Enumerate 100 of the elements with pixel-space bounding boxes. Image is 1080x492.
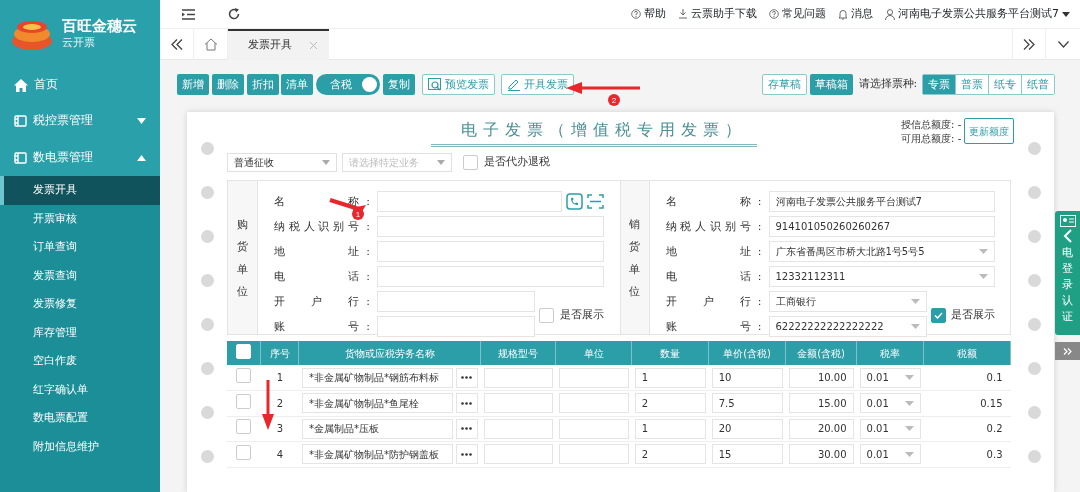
chevron-down-icon[interactable] (1057, 40, 1069, 48)
input-field[interactable]: 2 (634, 393, 706, 414)
more-button[interactable] (455, 367, 478, 388)
input-field[interactable]: 2 (634, 444, 706, 465)
colon-text: : (756, 246, 763, 257)
input-field[interactable]: 工商银行 (768, 291, 927, 312)
collapse-menu-icon[interactable] (182, 8, 195, 20)
row-checkbox[interactable] (236, 393, 252, 409)
more-button[interactable] (455, 393, 478, 414)
checkbox[interactable] (930, 308, 946, 323)
input-field[interactable]: 62222222222222222 (768, 316, 927, 337)
input-field[interactable]: *非金属矿物制品*钢筋布料标 (301, 367, 454, 388)
input-field[interactable]: 广东省番禺区市桥大北路1号5号5 (768, 241, 995, 262)
input-field[interactable] (483, 418, 553, 439)
double-chevron-right-icon[interactable] (1023, 38, 1035, 50)
checkbox[interactable] (539, 308, 554, 323)
brand-name: 百旺金穗云 (62, 16, 137, 35)
more-icon (461, 452, 473, 456)
field-label: 地址 (274, 243, 359, 259)
input-field[interactable]: 30.00 (788, 444, 854, 465)
sidebar-subitem[interactable]: 发票查询 (0, 261, 160, 290)
input-field[interactable] (377, 216, 604, 237)
contact-book-icon[interactable] (565, 193, 583, 210)
input-field[interactable]: *非金属矿物制品*鱼尾栓 (301, 393, 454, 414)
input-field[interactable]: 15.00 (788, 393, 854, 414)
sidebar-subitem[interactable]: 开票审核 (0, 204, 160, 233)
scan-icon[interactable] (586, 193, 604, 210)
rate-select[interactable]: 0.01 (859, 393, 921, 414)
input-field[interactable]: 10.00 (788, 367, 854, 388)
user-menu[interactable]: 河南电子发票公共服务平台测试7 (885, 5, 1070, 23)
caret-icon (904, 375, 914, 380)
input-field[interactable] (483, 393, 553, 414)
input-field[interactable] (483, 367, 553, 388)
input-field[interactable]: 1 (634, 418, 706, 439)
colon-text: : (365, 196, 371, 207)
row-checkbox[interactable] (236, 444, 252, 460)
sidebar-subitem[interactable]: 库存管理 (0, 318, 160, 347)
expand-button[interactable] (1055, 342, 1080, 360)
download-icon (678, 9, 688, 19)
input-field[interactable]: *金属制品*压板 (301, 418, 454, 439)
input-field[interactable] (558, 418, 629, 439)
annotation-badge: 2 (608, 94, 620, 106)
sidebar-subitem[interactable]: 附加信息维护 (0, 432, 160, 461)
input-field[interactable] (377, 316, 535, 337)
caret-icon (904, 426, 914, 432)
checkbox-label: 是否展示 (559, 307, 604, 324)
binder-hole (200, 274, 214, 287)
input-field[interactable]: 7.5 (711, 393, 783, 414)
input-field[interactable]: 10 (711, 367, 783, 388)
input-field[interactable]: 914101050260260267 (768, 216, 995, 237)
input-field[interactable] (377, 241, 604, 262)
column-header: 单价(含税) (708, 341, 786, 365)
input-field[interactable]: *非金属矿物制品*防护钢盖板 (301, 444, 454, 465)
field-label: 地址 (665, 243, 751, 259)
checkbox[interactable] (463, 155, 478, 170)
rate-select[interactable]: 0.01 (859, 444, 921, 465)
refresh-icon[interactable] (228, 8, 240, 20)
input-field[interactable]: 20.00 (788, 418, 854, 439)
levy-select[interactable]: 普通征收 (227, 153, 337, 172)
row-checkbox[interactable] (236, 419, 252, 435)
input-field[interactable] (377, 191, 562, 212)
more-button[interactable] (455, 444, 478, 465)
input-field[interactable]: 1 (634, 367, 706, 388)
input-field[interactable] (377, 291, 535, 312)
input-field[interactable] (558, 444, 629, 465)
colon-text: : (756, 271, 763, 282)
sidebar-subitem[interactable]: 订单查询 (0, 233, 160, 262)
bell-icon (838, 8, 848, 20)
sidebar-subitem[interactable]: 空白作废 (0, 347, 160, 376)
sidebar-subitem[interactable]: 发票开具 (0, 176, 160, 205)
input-field[interactable]: 河南电子发票公共服务平台测试7 (768, 191, 995, 212)
more-button[interactable] (455, 418, 478, 439)
sidebar-subitem[interactable]: 红字确认单 (0, 375, 160, 404)
topbar-link[interactable]: 消息 (838, 5, 873, 23)
sidebar-subitem[interactable]: 发票修复 (0, 290, 160, 319)
input-field[interactable] (558, 367, 629, 388)
table-cell: 0.1 (923, 365, 1011, 391)
row-checkbox[interactable] (236, 368, 252, 383)
tab[interactable]: 发票开具 (228, 28, 329, 60)
input-field[interactable]: 20 (711, 418, 783, 439)
rate-select[interactable]: 0.01 (859, 418, 921, 439)
topbar-link[interactable]: 云票助手下载 (678, 5, 757, 23)
home-icon[interactable] (203, 37, 218, 51)
binder-hole (1027, 186, 1041, 199)
input-field[interactable]: 12332112311 (768, 266, 995, 287)
input-field[interactable] (483, 444, 553, 465)
caret-icon (904, 451, 914, 457)
more-icon (461, 401, 473, 405)
topbar-link[interactable]: 常见问题 (769, 5, 826, 23)
topbar-link[interactable]: 帮助 (631, 5, 666, 23)
input-field[interactable] (558, 393, 629, 414)
input-field[interactable] (377, 266, 604, 287)
quota-text: 授信总额度: - (901, 118, 962, 130)
select-all-checkbox[interactable] (236, 343, 252, 359)
input-field[interactable]: 15 (711, 444, 783, 465)
rate-select[interactable]: 0.01 (859, 367, 921, 388)
binder-hole (1027, 230, 1041, 243)
sidebar-subitem[interactable]: 数电票配置 (0, 404, 160, 433)
close-icon[interactable] (310, 41, 317, 49)
double-chevron-left-icon[interactable] (170, 38, 183, 50)
